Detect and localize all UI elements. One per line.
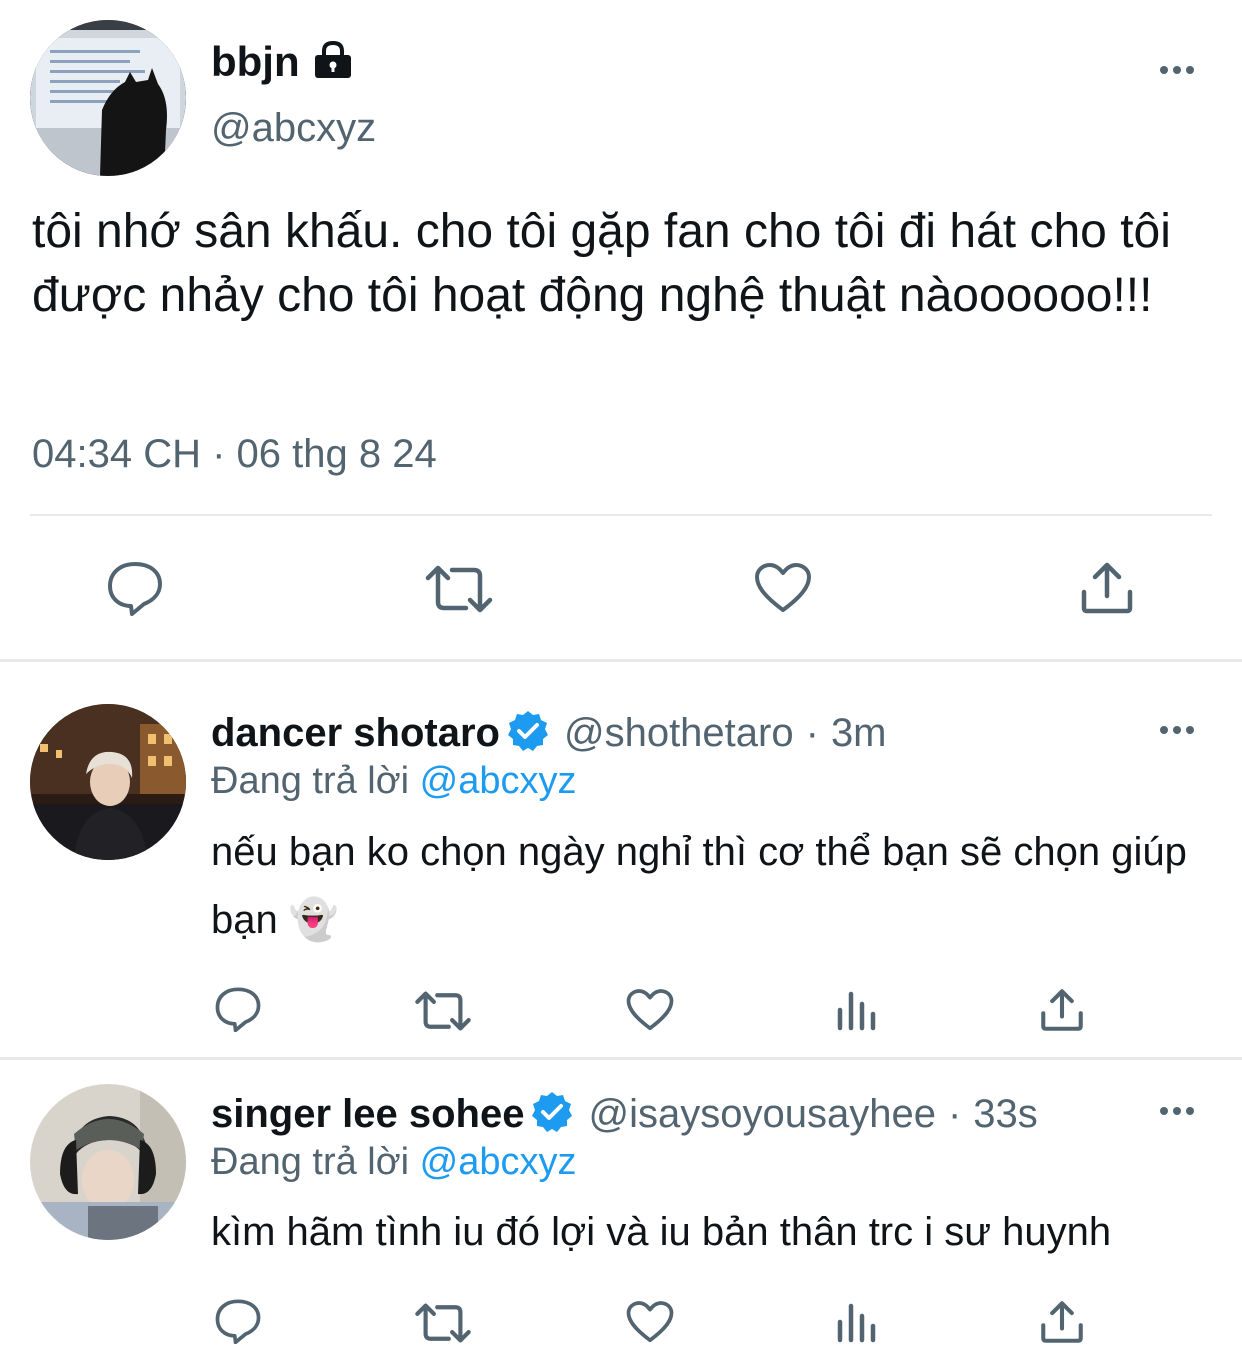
reply-author-name[interactable]: dancer shotaro xyxy=(211,711,500,755)
author-handle[interactable]: @abcxyz xyxy=(211,106,376,151)
more-options-icon[interactable] xyxy=(1160,1107,1194,1115)
reply-icon[interactable] xyxy=(214,1298,262,1344)
retweet-icon[interactable] xyxy=(424,564,494,614)
replying-label: Đang trả lời xyxy=(211,760,410,802)
replying-mention[interactable]: @abcxyz xyxy=(420,1141,577,1183)
reply-text: nếu bạn ko chọn ngày nghỉ thì cơ thể bạn… xyxy=(211,830,1187,942)
separator: · xyxy=(805,711,819,755)
like-icon[interactable] xyxy=(626,1300,674,1344)
replying-label: Đang trả lời xyxy=(211,1141,410,1183)
like-icon[interactable] xyxy=(754,562,812,614)
avatar-image xyxy=(30,1084,186,1240)
reply-text: kìm hãm tình iu đó lợi và iu bản thân tr… xyxy=(211,1210,1112,1254)
divider xyxy=(30,514,1212,516)
views-icon[interactable] xyxy=(836,1302,878,1344)
reply-author-handle[interactable]: @shothetaro xyxy=(564,711,794,755)
share-icon[interactable] xyxy=(1040,1300,1084,1344)
separator: · xyxy=(947,1092,962,1136)
reply-author-name[interactable]: singer lee sohee xyxy=(211,1092,524,1136)
more-options-icon[interactable] xyxy=(1160,66,1194,74)
views-icon[interactable] xyxy=(836,990,878,1032)
share-icon[interactable] xyxy=(1080,562,1134,614)
reply-icon[interactable] xyxy=(106,560,164,616)
tweet-timestamp[interactable]: 04:34 CH · 06 thg 8 24 xyxy=(32,432,437,477)
reply-author-handle[interactable]: @isaysoyousayhee xyxy=(588,1092,935,1136)
author-name[interactable]: bbjn xyxy=(211,38,300,86)
reply-icon[interactable] xyxy=(214,986,262,1032)
reply-avatar[interactable] xyxy=(30,1084,186,1240)
section-divider xyxy=(0,659,1242,662)
avatar-image xyxy=(30,704,186,860)
tweet-text: tôi nhớ sân khấu. cho tôi gặp fan cho tô… xyxy=(32,205,1171,322)
more-options-icon[interactable] xyxy=(1160,726,1194,734)
avatar-image xyxy=(30,20,186,176)
verified-badge-icon xyxy=(530,1090,574,1134)
verified-badge-icon xyxy=(506,709,550,753)
like-icon[interactable] xyxy=(626,988,674,1032)
reply-time[interactable]: 33s xyxy=(973,1092,1038,1136)
reply-avatar[interactable] xyxy=(30,704,186,860)
section-divider xyxy=(0,1057,1242,1060)
replying-to: Đang trả lời @abcxyz xyxy=(211,1141,577,1184)
author-avatar[interactable] xyxy=(30,20,186,176)
share-icon[interactable] xyxy=(1040,988,1084,1032)
lock-icon xyxy=(312,40,354,80)
retweet-icon[interactable] xyxy=(414,1302,472,1344)
replying-mention[interactable]: @abcxyz xyxy=(420,760,577,802)
reply-time[interactable]: 3m xyxy=(831,711,887,755)
retweet-icon[interactable] xyxy=(414,990,472,1032)
replying-to: Đang trả lời @abcxyz xyxy=(211,760,577,803)
